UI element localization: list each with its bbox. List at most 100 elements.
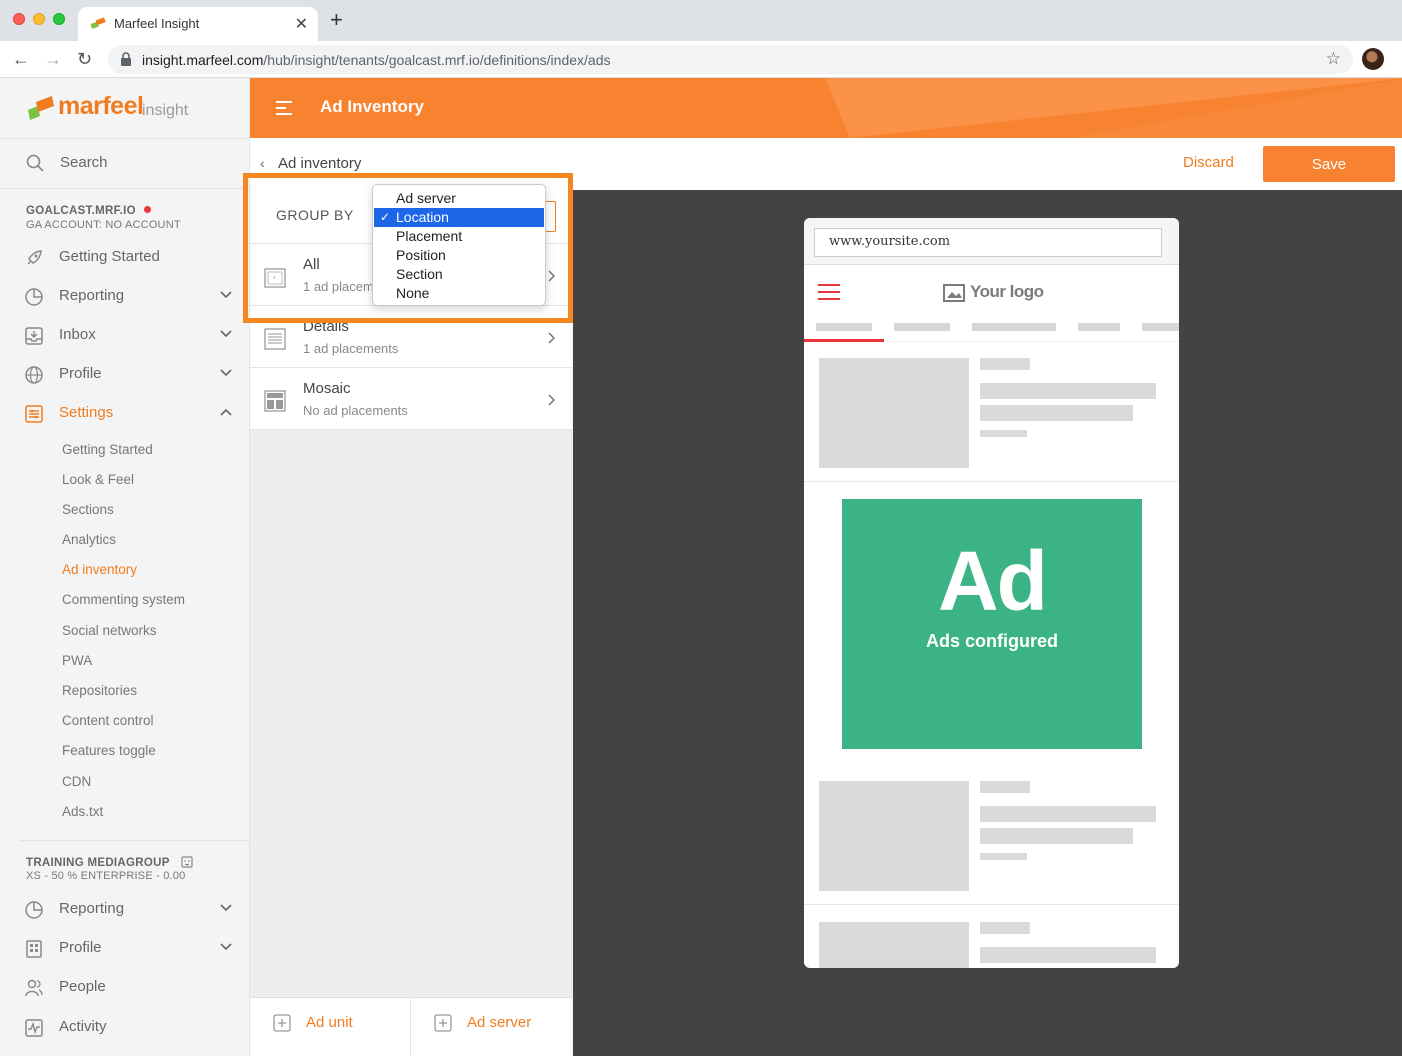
- sidebar-item-label: Activity: [59, 1018, 107, 1035]
- settings-sub-repositories[interactable]: Repositories: [62, 683, 137, 698]
- dropdown-option-location[interactable]: ✓ Location: [374, 208, 544, 227]
- rocket-icon: [27, 250, 42, 265]
- sidebar-item-label: Getting Started: [59, 248, 160, 265]
- settings-sub-pwa[interactable]: PWA: [62, 653, 92, 668]
- sidebar-search[interactable]: Search: [26, 154, 226, 174]
- chevron-down-icon[interactable]: [220, 330, 232, 338]
- preview-text-placeholder: [980, 853, 1027, 860]
- billing-icon: [181, 856, 193, 868]
- preview-tab-placeholder: [894, 323, 950, 331]
- divider: [804, 481, 1179, 482]
- chevron-right-icon: [548, 332, 556, 344]
- save-button[interactable]: Save: [1263, 146, 1395, 182]
- list-item-subtitle: No ad placements: [303, 403, 408, 418]
- sidebar-item-label: Reporting: [59, 287, 125, 304]
- preview-text-placeholder: [980, 806, 1156, 822]
- new-tab-plus-icon[interactable]: +: [330, 9, 343, 31]
- people-icon: [25, 979, 43, 997]
- tab-title: Marfeel Insight: [114, 16, 200, 31]
- chevron-down-icon[interactable]: [220, 291, 232, 299]
- group-by-dropdown-menu[interactable]: Ad server ✓ Location Placement Position S…: [372, 184, 546, 306]
- discard-button[interactable]: Discard: [1183, 154, 1234, 171]
- chevron-down-icon[interactable]: [220, 369, 232, 377]
- pie-chart-icon: [25, 288, 43, 306]
- dropdown-option-ad-server[interactable]: Ad server: [374, 189, 544, 208]
- minimize-window-button[interactable]: [33, 13, 45, 25]
- settings-sub-ads-txt[interactable]: Ads.txt: [62, 804, 103, 819]
- chevron-up-icon[interactable]: [220, 408, 232, 416]
- close-window-button[interactable]: [13, 13, 25, 25]
- divider: [20, 840, 249, 841]
- menu-toggle-icon[interactable]: [276, 101, 292, 115]
- settings-sub-content-control[interactable]: Content control: [62, 713, 154, 728]
- divider: [0, 138, 249, 139]
- sidebar-item-people[interactable]: People: [24, 976, 234, 1000]
- settings-sub-ad-inventory[interactable]: Ad inventory: [62, 562, 137, 577]
- organization-name[interactable]: TRAINING MEDIAGROUP: [26, 856, 193, 869]
- settings-sub-commenting-system[interactable]: Commenting system: [62, 592, 185, 607]
- preview-menu-icon: [818, 284, 840, 300]
- preview-text-placeholder: [980, 947, 1156, 963]
- sidebar-item-settings[interactable]: Settings: [24, 402, 234, 426]
- list-item-mosaic[interactable]: Mosaic No ad placements: [250, 368, 572, 430]
- settings-sub-getting-started[interactable]: Getting Started: [62, 442, 153, 457]
- inbox-icon: [25, 327, 43, 345]
- bookmark-star-icon[interactable]: ☆: [1326, 49, 1341, 69]
- activity-icon: [25, 1019, 43, 1037]
- sidebar-item-inbox[interactable]: Inbox: [24, 324, 234, 348]
- address-bar: ← → ↻ insight.marfeel.com/hub/insight/te…: [0, 41, 1402, 78]
- reload-icon[interactable]: ↻: [77, 49, 92, 69]
- search-label: Search: [60, 154, 108, 171]
- page-title: Ad Inventory: [320, 97, 424, 116]
- sidebar-item-org-profile[interactable]: Profile: [24, 937, 234, 961]
- sidebar-item-org-reporting[interactable]: Reporting: [24, 898, 234, 922]
- add-ad-server-button[interactable]: Ad server: [411, 997, 572, 1056]
- sidebar-item-reporting[interactable]: Reporting: [24, 285, 234, 309]
- ad-label: Ad: [938, 534, 1048, 628]
- organization-subtitle: XS - 50 % ENTERPRISE - 0.00: [26, 870, 186, 882]
- lines-icon: [264, 328, 286, 350]
- breadcrumb[interactable]: Ad inventory: [278, 155, 361, 172]
- chevron-down-icon[interactable]: [220, 904, 232, 912]
- dropdown-option-position[interactable]: Position: [374, 246, 544, 265]
- chevron-down-icon[interactable]: [220, 943, 232, 951]
- browser-tab[interactable]: Marfeel Insight ✕: [78, 7, 318, 41]
- tab-close-icon[interactable]: ✕: [295, 14, 308, 34]
- settings-sub-look-feel[interactable]: Look & Feel: [62, 472, 134, 487]
- globe-icon: [25, 366, 43, 384]
- dropdown-option-placement[interactable]: Placement: [374, 227, 544, 246]
- sidebar-item-label: Settings: [59, 404, 114, 421]
- add-square-icon: [434, 1014, 452, 1032]
- preview-text-placeholder: [980, 828, 1133, 844]
- settings-sub-features-toggle[interactable]: Features toggle: [62, 743, 156, 758]
- account-name[interactable]: GOALCAST.MRF.IO: [26, 205, 151, 217]
- url-input[interactable]: insight.marfeel.com/hub/insight/tenants/…: [108, 45, 1353, 74]
- settings-sub-analytics[interactable]: Analytics: [62, 532, 116, 547]
- profile-avatar[interactable]: [1362, 48, 1384, 70]
- dropdown-option-section[interactable]: Section: [374, 265, 544, 284]
- list-item-title: Mosaic: [303, 380, 351, 397]
- list-item-subtitle: 1 ad placements: [303, 341, 399, 356]
- preview-text-placeholder: [980, 383, 1156, 399]
- settings-sub-social-networks[interactable]: Social networks: [62, 623, 157, 638]
- maximize-window-button[interactable]: [53, 13, 65, 25]
- sidebar-item-activity[interactable]: Activity: [24, 1016, 234, 1040]
- dropdown-option-none[interactable]: None: [374, 284, 544, 303]
- sidebar-item-getting-started[interactable]: Getting Started: [24, 246, 234, 270]
- ad-placement-box[interactable]: Ad Ads configured: [842, 499, 1142, 749]
- add-ad-unit-button[interactable]: Ad unit: [250, 997, 411, 1056]
- image-placeholder-icon: [943, 284, 965, 302]
- forward-arrow-icon[interactable]: →: [44, 49, 62, 69]
- building-icon: [26, 940, 42, 958]
- preview-text-placeholder: [980, 405, 1133, 421]
- sidebar-item-profile[interactable]: Profile: [24, 363, 234, 387]
- mobile-preview: www.yoursite.com Your logo Ad Ads config…: [804, 218, 1179, 968]
- chevron-left-icon[interactable]: ‹: [260, 155, 265, 171]
- status-dot: [143, 206, 151, 213]
- checkmark-icon: ✓: [380, 210, 391, 224]
- preview-text-placeholder: [980, 922, 1030, 934]
- settings-sub-cdn[interactable]: CDN: [62, 774, 91, 789]
- settings-sub-sections[interactable]: Sections: [62, 502, 114, 517]
- back-arrow-icon[interactable]: ←: [12, 49, 30, 69]
- preview-url-text: www.yoursite.com: [829, 234, 951, 249]
